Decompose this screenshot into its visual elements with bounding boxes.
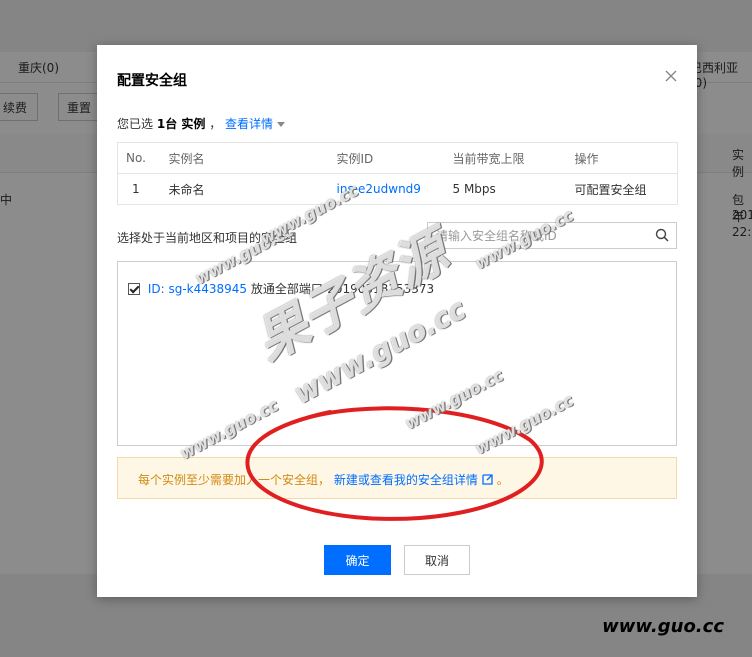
security-group-search-input[interactable] xyxy=(428,223,664,248)
table-header-row: No. 实例名 实例ID 当前带宽上限 操作 xyxy=(117,142,678,174)
selected-count: 1台 实例 xyxy=(156,117,206,131)
notice-banner: 每个实例至少需要加入一个安全组， 新建或查看我的安全组详情 。 xyxy=(117,457,677,499)
row-instance-name: 未命名 xyxy=(154,173,329,205)
col-bandwidth: 当前带宽上限 xyxy=(444,142,567,174)
instance-table: No. 实例名 实例ID 当前带宽上限 操作 1 未命名 ins-e2udwnd… xyxy=(117,142,678,205)
view-details-link[interactable]: 查看详情 xyxy=(225,117,286,131)
cancel-button[interactable]: 取消 xyxy=(404,545,470,575)
col-instance-id: 实例ID xyxy=(328,142,445,174)
caret-down-icon xyxy=(277,122,286,127)
notice-link-label: 新建或查看我的安全组详情 xyxy=(333,473,478,487)
confirm-button[interactable]: 确定 xyxy=(324,545,391,575)
table-row: 1 未命名 ins-e2udwnd9 5 Mbps 可配置安全组 xyxy=(117,173,678,205)
selected-prefix: 您已选 xyxy=(117,117,154,131)
col-no: No. xyxy=(117,142,155,174)
notice-text: 每个实例至少需要加入一个安全组， 新建或查看我的安全组详情 。 xyxy=(138,471,509,488)
row-bandwidth: 5 Mbps xyxy=(444,173,567,205)
security-group-details-link[interactable]: 新建或查看我的安全组详情 xyxy=(334,473,493,487)
security-group-id[interactable]: ID: sg-k4438945 xyxy=(148,282,247,296)
col-instance-name: 实例名 xyxy=(154,142,329,174)
security-group-list: ID: sg-k4438945 放通全部端口-20190318153373 xyxy=(117,261,677,446)
choose-security-group-label: 选择处于当前地区和项目的安全组 xyxy=(117,231,298,245)
security-group-search xyxy=(427,222,677,249)
selected-suffix: ， xyxy=(209,117,222,131)
notice-message: 每个实例至少需要加入一个安全组， xyxy=(138,473,331,487)
view-details-label: 查看详情 xyxy=(225,117,274,131)
list-item[interactable]: ID: sg-k4438945 放通全部端口-20190318153373 xyxy=(128,280,434,297)
external-link-icon xyxy=(482,474,493,485)
search-icon[interactable] xyxy=(655,228,669,242)
dialog-title: 配置安全组 xyxy=(117,73,187,89)
row-operation: 可配置安全组 xyxy=(566,173,678,205)
security-group-checkbox[interactable] xyxy=(128,283,140,295)
row-no: 1 xyxy=(117,173,155,205)
security-group-desc: 放通全部端口-20190318153373 xyxy=(250,282,435,296)
close-icon[interactable] xyxy=(663,69,679,85)
configure-security-group-dialog: 配置安全组 您已选 1台 实例 ， 查看详情 No. 实例名 实例ID 当前带宽… xyxy=(97,45,697,597)
row-instance-id-link[interactable]: ins-e2udwnd9 xyxy=(328,173,445,205)
col-operation: 操作 xyxy=(566,142,678,174)
notice-end: 。 xyxy=(496,473,509,487)
selected-instances-summary: 您已选 1台 实例 ， 查看详情 xyxy=(117,115,286,132)
